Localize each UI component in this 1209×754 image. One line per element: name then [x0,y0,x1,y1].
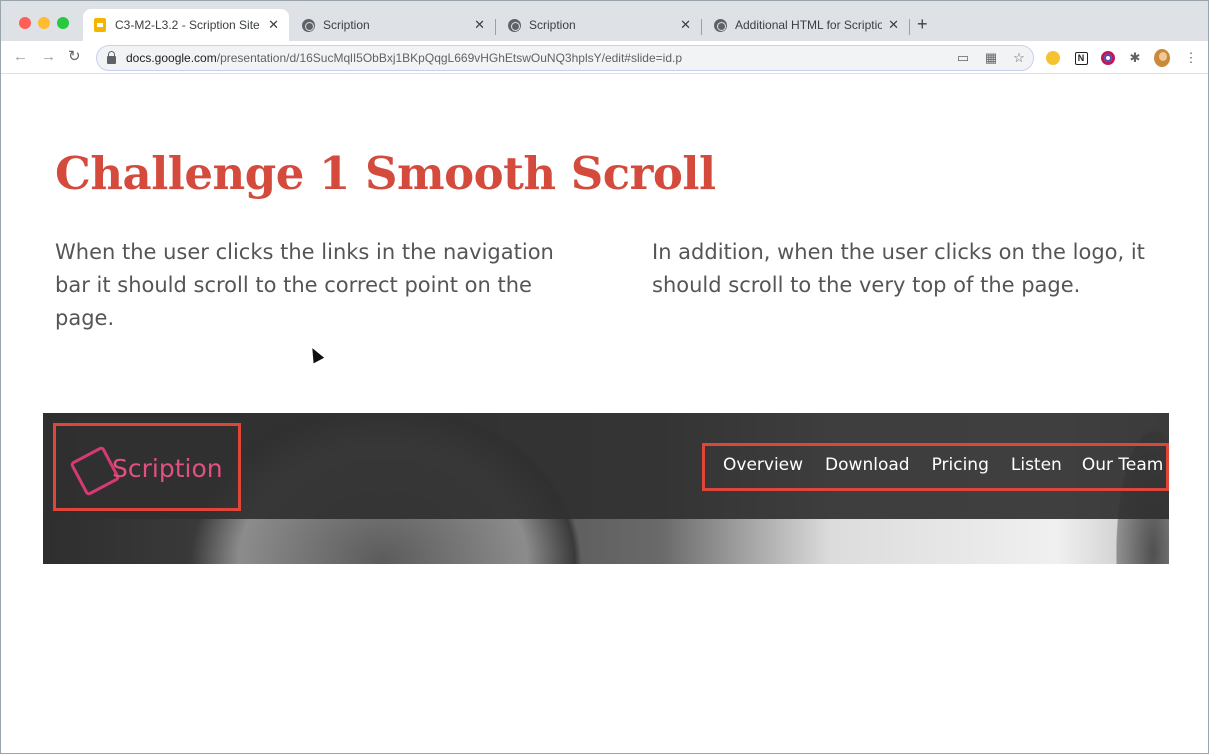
menu-kebab-icon[interactable]: ⋮ [1183,50,1199,66]
cast-icon[interactable]: ▭ [955,50,971,66]
site-preview-image: Scription Overview Download Pricing List… [43,413,1169,564]
window-zoom-button[interactable] [57,17,69,29]
nav-link-our-team: Our Team [1081,455,1164,475]
preview-navbar: Scription Overview Download Pricing List… [43,413,1169,519]
extension-notion-icon[interactable]: N [1073,50,1089,66]
bookmark-star-icon[interactable]: ☆ [1011,50,1027,66]
address-bar[interactable]: docs.google.com/presentation/d/16SucMqlI… [96,45,1034,71]
globe-icon [301,18,315,32]
tab-scription-2[interactable]: Scription ✕ [497,9,701,41]
left-paragraph: When the user clicks the links in the na… [55,240,554,330]
browser-toolbar: ← → ↻ docs.google.com/presentation/d/16S… [1,41,1208,74]
new-tab-button[interactable]: + [917,15,928,33]
extensions-puzzle-icon[interactable]: ✱ [1127,50,1143,66]
back-arrow-icon[interactable]: ← [13,48,28,66]
extension-yellow-icon[interactable] [1045,50,1061,66]
slide-title: Challenge 1 Smooth Scroll [55,147,716,200]
globe-icon [713,18,727,32]
globe-icon [507,18,521,32]
url-host: docs.google.com [126,51,217,65]
avatar[interactable] [1154,49,1170,67]
tab-title: C3-M2-L3.2 - Scription Site - Go [115,18,262,32]
url-path: /presentation/d/16SucMqlI5ObBxj1BKpQqgL6… [216,51,683,65]
close-icon[interactable]: ✕ [680,17,691,33]
slide-canvas: Challenge 1 Smooth Scroll When the user … [1,75,1208,753]
tab-additional-html[interactable]: Additional HTML for Scription ✕ [703,9,909,41]
tab-title: Scription [323,18,370,32]
mouse-cursor-icon [307,345,325,364]
browser-window: C3-M2-L3.2 - Scription Site - Go ✕ Scrip… [0,0,1209,754]
close-icon[interactable]: ✕ [268,17,279,33]
close-icon[interactable]: ✕ [474,17,485,33]
nav-link-pricing: Pricing [931,455,989,475]
tab-slides[interactable]: C3-M2-L3.2 - Scription Site - Go ✕ [83,9,289,41]
logo-highlight-box: Scription [53,423,241,511]
window-minimize-button[interactable] [38,17,50,29]
right-paragraph: In addition, when the user clicks on the… [652,240,1145,297]
nav-link-listen: Listen [1010,455,1062,475]
tab-separator [701,19,702,35]
forward-arrow-icon[interactable]: → [41,48,56,66]
tab-title: Additional HTML for Scription [735,18,883,32]
google-slides-icon [93,18,107,32]
qr-code-icon[interactable]: ▦ [983,50,999,66]
url-text: docs.google.com/presentation/d/16SucMqlI… [126,51,682,65]
nav-link-overview: Overview [723,455,804,475]
tab-separator [909,19,910,35]
lock-icon [107,50,116,64]
tab-scription-1[interactable]: Scription ✕ [291,9,495,41]
reload-icon[interactable]: ↻ [68,48,81,66]
preview-nav-links: Overview Download Pricing Listen Our Tea… [723,455,1163,475]
tab-strip: C3-M2-L3.2 - Scription Site - Go ✕ Scrip… [1,1,1208,41]
close-icon[interactable]: ✕ [888,17,899,33]
tab-title: Scription [529,18,576,32]
logo-text: Scription [112,454,223,483]
extension-color-icon[interactable] [1100,50,1116,66]
window-close-button[interactable] [19,17,31,29]
tab-separator [495,19,496,35]
nav-link-download: Download [825,455,910,475]
